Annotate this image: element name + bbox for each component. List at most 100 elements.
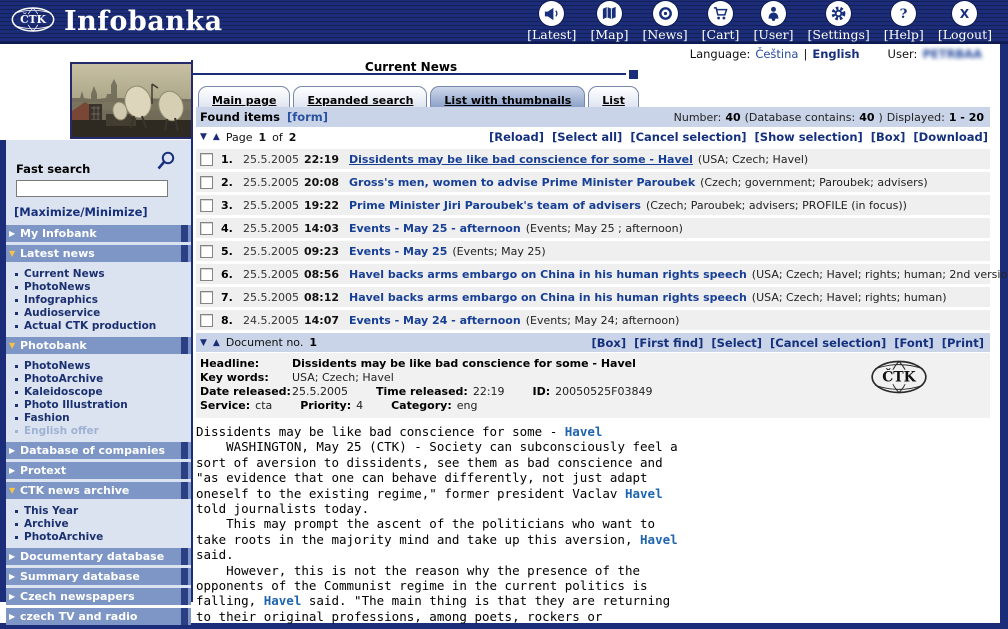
fast-search-input[interactable] [16, 180, 168, 197]
havel-link[interactable]: Havel [625, 486, 663, 501]
doc-cancel-selection-link[interactable]: [Cancel selection] [770, 336, 886, 350]
print-link[interactable]: [Print] [942, 336, 984, 350]
ctk-globe-logo-icon: ČTK [10, 5, 56, 38]
maximize-minimize-link[interactable]: [Maximize/Minimize] [6, 203, 191, 225]
page-title: Current News [196, 60, 626, 74]
cart-button[interactable]: [Cart] [702, 1, 740, 42]
row-checkbox[interactable] [200, 222, 213, 235]
fast-search-label: Fast search [16, 162, 90, 176]
reload-link[interactable]: [Reload] [489, 130, 544, 144]
latest-button[interactable]: [Latest] [527, 1, 576, 42]
brand[interactable]: ČTK Infobanka [0, 5, 223, 38]
form-link[interactable]: [form] [287, 110, 328, 124]
news-row: 4. 25.5.2005 14:03 Events - May 25 - aft… [196, 218, 990, 238]
search-icon[interactable] [155, 150, 177, 176]
sidebar-section-ctk-news-archive[interactable]: CTK news archive [6, 482, 191, 499]
keywords-value: USA; Czech; Havel [292, 371, 394, 385]
doc-box-link[interactable]: [Box] [592, 336, 627, 350]
collapse-document-icon[interactable]: ▼ [200, 338, 207, 348]
news-keywords: (Events; May 24; afternoon) [526, 314, 680, 327]
document-metadata: Headline: Dissidents may be like bad con… [196, 353, 990, 418]
row-checkbox[interactable] [200, 291, 213, 304]
row-checkbox[interactable] [200, 199, 213, 212]
user-button[interactable]: [User] [753, 1, 793, 42]
row-checkbox[interactable] [200, 268, 213, 281]
sidebar-item-photo-illustration[interactable]: Photo Illustration [14, 399, 191, 412]
help-button[interactable]: ? [Help] [884, 1, 924, 42]
expand-document-icon[interactable]: ▲ [213, 338, 220, 348]
tab-list-with-thumbnails[interactable]: List with thumbnails [430, 86, 585, 107]
sidebar-section-latest-news[interactable]: Latest news [6, 245, 191, 262]
chevron-right-icon [9, 552, 20, 561]
row-checkbox[interactable] [200, 245, 213, 258]
sidebar-section-summary-database[interactable]: Summary database [6, 568, 191, 585]
page-nav-bar: ▼ ▲ Page 1 of 2 [Reload] [Select all] [C… [196, 127, 990, 147]
sidebar-item-this-year[interactable]: This Year [14, 505, 191, 518]
tab-expanded-search[interactable]: Expanded search [293, 86, 427, 107]
collapse-list-icon[interactable]: ▼ [200, 132, 207, 142]
sidebar-section-czech-newspapers[interactable]: Czech newspapers [6, 588, 191, 605]
db-contains-value: 40 [859, 111, 874, 124]
tab-list[interactable]: List [588, 86, 639, 107]
sidebar-item-archive[interactable]: Archive [14, 518, 191, 531]
news-title-link[interactable]: Havel backs arms embargo on China in his… [349, 268, 747, 281]
sidebar-section-my-infobank[interactable]: My Infobank [6, 225, 191, 242]
select-link[interactable]: [Select] [711, 336, 762, 350]
svg-text:ČTK: ČTK [882, 368, 916, 386]
sidebar-item-photonews-2[interactable]: PhotoNews [14, 360, 191, 373]
sidebar-section-photobank[interactable]: Photobank [6, 337, 191, 354]
id-label: ID: [533, 385, 551, 399]
document-no-label: Document no. [226, 336, 304, 349]
news-title-link[interactable]: Events - May 25 - afternoon [349, 222, 521, 235]
havel-link[interactable]: Havel [640, 532, 678, 547]
sidebar-item-infographics[interactable]: Infographics [14, 294, 191, 307]
latest-news-items: Current News PhotoNews Infographics Audi… [6, 265, 191, 337]
language-czech-link[interactable]: Čeština [755, 47, 798, 61]
sidebar-item-kaleidoscope[interactable]: Kaleidoscope [14, 386, 191, 399]
news-title-link[interactable]: Gross's men, women to advise Prime Minis… [349, 176, 695, 189]
time-released-value: 22:19 [473, 385, 505, 399]
tab-main-page[interactable]: Main page [198, 86, 290, 107]
havel-link[interactable]: Havel [264, 593, 302, 608]
download-link[interactable]: [Download] [913, 130, 988, 144]
news-button[interactable]: [News] [642, 1, 687, 42]
sidebar-item-photonews[interactable]: PhotoNews [14, 281, 191, 294]
map-button[interactable]: [Map] [590, 1, 628, 42]
sidebar-section-protext[interactable]: Protext [6, 462, 191, 479]
chevron-right-icon [9, 466, 20, 475]
language-english-link[interactable]: English [812, 47, 859, 61]
news-title-link[interactable]: Havel backs arms embargo on China in his… [349, 291, 747, 304]
logout-button[interactable]: X [Logout] [938, 1, 992, 42]
row-checkbox[interactable] [200, 314, 213, 327]
photobank-items: PhotoNews PhotoArchive Kaleidoscope Phot… [6, 357, 191, 442]
select-all-link[interactable]: [Select all] [552, 130, 622, 144]
havel-link[interactable]: Havel [565, 424, 603, 439]
first-find-link[interactable]: [First find] [634, 336, 703, 350]
news-title-link[interactable]: Events - May 24 - afternoon [349, 314, 521, 327]
font-link[interactable]: [Font] [894, 336, 934, 350]
sidebar-section-czech-tv-and-radio[interactable]: czech TV and radio [6, 608, 191, 625]
sidebar-item-current-news[interactable]: Current News [14, 268, 191, 281]
sidebar-section-database-of-companies[interactable]: Database of companies [6, 442, 191, 459]
cart-icon [708, 1, 733, 26]
row-checkbox[interactable] [200, 176, 213, 189]
sidebar-item-photoarchive[interactable]: PhotoArchive [14, 373, 191, 386]
row-checkbox[interactable] [200, 153, 213, 166]
sidebar-section-documentary-database[interactable]: Documentary database [6, 548, 191, 565]
prague-photo-thumbnail [70, 62, 193, 139]
priority-value: 4 [356, 399, 363, 413]
service-label: Service: [200, 399, 250, 413]
sidebar-item-actual-ctk-production[interactable]: Actual CTK production [14, 320, 191, 333]
expand-list-icon[interactable]: ▲ [213, 132, 220, 142]
cancel-selection-link[interactable]: [Cancel selection] [630, 130, 746, 144]
news-row: 8. 24.5.2005 14:07 Events - May 24 - aft… [196, 310, 990, 330]
sidebar-item-fashion[interactable]: Fashion [14, 412, 191, 425]
news-title-link[interactable]: Prime Minister Jiri Paroubek's team of a… [349, 199, 641, 212]
show-selection-link[interactable]: [Show selection] [755, 130, 863, 144]
box-link[interactable]: [Box] [871, 130, 906, 144]
sidebar-item-photoarchive-2[interactable]: PhotoArchive [14, 531, 191, 544]
news-title-link[interactable]: Events - May 25 [349, 245, 447, 258]
sidebar-item-audioservice[interactable]: Audioservice [14, 307, 191, 320]
news-title-link[interactable]: Dissidents may be like bad conscience fo… [349, 153, 693, 166]
settings-button[interactable]: [Settings] [808, 1, 870, 42]
